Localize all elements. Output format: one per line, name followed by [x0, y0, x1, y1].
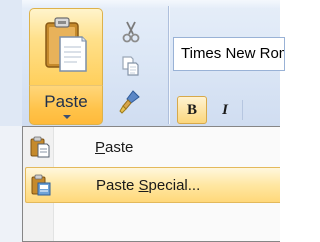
copy-button[interactable]: [118, 52, 144, 80]
paste-split-button[interactable]: Paste: [29, 8, 103, 125]
group-divider: [168, 6, 169, 124]
scissors-icon: [121, 20, 141, 44]
chevron-down-icon: [63, 115, 71, 119]
format-separator: [242, 100, 243, 120]
menu-item-paste-special[interactable]: Paste Special...: [25, 167, 280, 203]
paste-button[interactable]: [29, 8, 103, 85]
paste-special-icon: [29, 173, 53, 197]
paste-menu: Paste Paste Special...: [22, 126, 280, 242]
menu-item-label: Paste: [95, 138, 134, 156]
clipboard-paste-icon: [28, 135, 52, 159]
ribbon-top-edge: [0, 0, 280, 8]
cut-button[interactable]: [118, 18, 144, 46]
menu-item-paste[interactable]: Paste: [25, 129, 280, 165]
copy-icon: [120, 55, 142, 77]
format-painter-button[interactable]: [118, 88, 144, 116]
menu-item-label: Paste Special...: [96, 176, 201, 194]
document-edge: [0, 126, 22, 242]
italic-button[interactable]: I: [210, 96, 240, 124]
ribbon-left-edge: [0, 0, 22, 126]
font-name-field[interactable]: Times New Roman: [173, 37, 285, 71]
paste-dropdown-button[interactable]: Paste: [29, 85, 103, 125]
bold-button[interactable]: B: [177, 96, 207, 124]
paste-button-label: Paste: [44, 92, 88, 111]
format-painter-icon: [119, 89, 143, 115]
clipboard-paste-icon: [44, 17, 88, 80]
